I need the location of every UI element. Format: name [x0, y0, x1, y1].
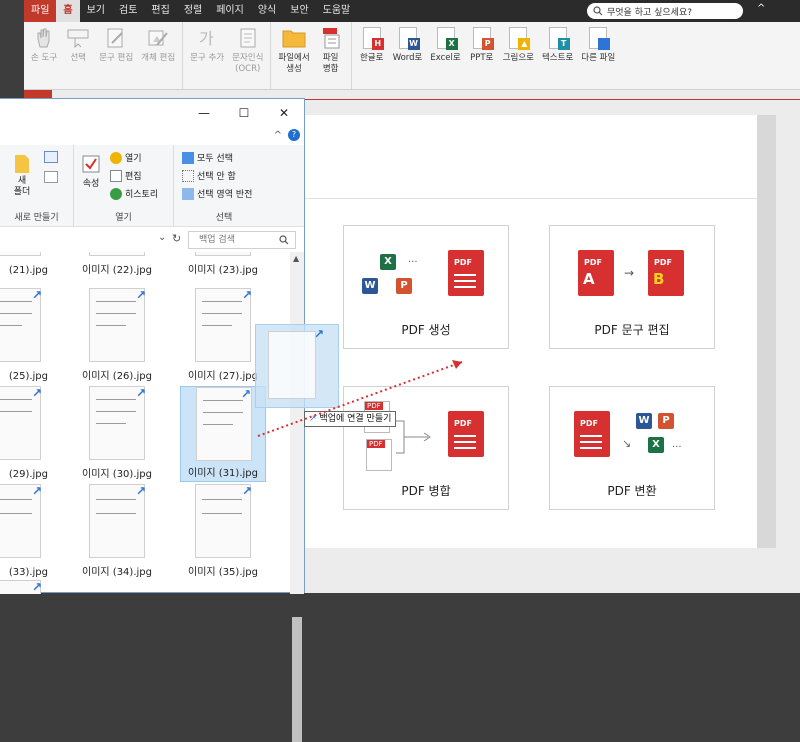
scrollbar-thumb[interactable]: [292, 617, 302, 742]
drag-path-arrow: [257, 360, 463, 437]
